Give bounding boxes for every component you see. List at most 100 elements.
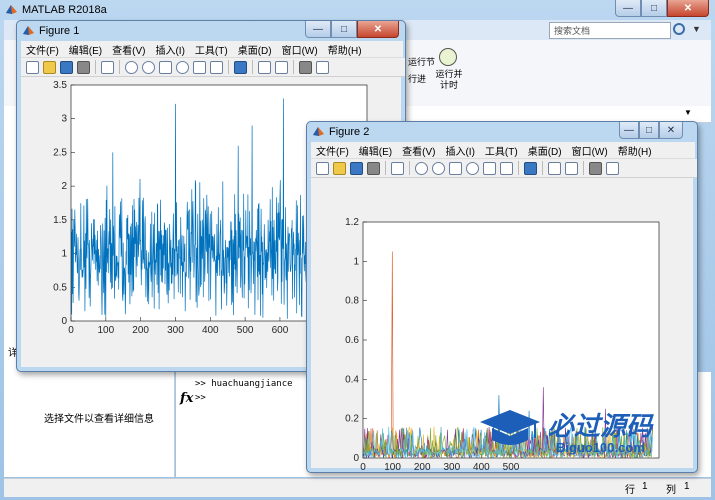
fig1-x-tick-label: 200 bbox=[132, 325, 149, 336]
fig2-x-tick-label: 100 bbox=[384, 462, 401, 470]
rotate-3d-icon[interactable] bbox=[466, 161, 479, 175]
command-prompt[interactable]: >> bbox=[195, 393, 206, 403]
figure2-menu-insert[interactable]: 插入(I) bbox=[440, 143, 479, 158]
ribbon-run-section-label[interactable]: 运行节 bbox=[408, 55, 435, 68]
figure1-close-button[interactable]: ✕ bbox=[357, 21, 399, 38]
ribbon-partial-label[interactable]: 行进 bbox=[408, 72, 426, 85]
new-figure-icon[interactable] bbox=[26, 60, 39, 74]
insert-colorbar-icon[interactable] bbox=[548, 161, 561, 175]
fig2-y-tick-label: 1 bbox=[353, 256, 359, 267]
save-icon[interactable] bbox=[60, 60, 73, 74]
figure1-title: Figure 1 bbox=[39, 25, 80, 37]
main-window-title: MATLAB R2018a bbox=[22, 4, 107, 16]
hide-plot-tools-icon[interactable] bbox=[299, 60, 312, 74]
fig2-x-tick-label: 0 bbox=[360, 462, 366, 470]
insert-legend-icon[interactable] bbox=[275, 60, 288, 74]
insert-colorbar-icon[interactable] bbox=[258, 60, 271, 74]
fig2-y-tick-label: 1.2 bbox=[345, 217, 359, 228]
figure2-menu-edit[interactable]: 编辑(E) bbox=[354, 143, 397, 158]
fig2-y-tick-label: 0 bbox=[353, 453, 359, 464]
toolbar-separator bbox=[583, 161, 584, 175]
figure1-menu-desktop[interactable]: 桌面(D) bbox=[233, 42, 277, 57]
main-close-button[interactable]: ✕ bbox=[667, 0, 709, 17]
main-titlebar: MATLAB R2018a — □ ✕ bbox=[0, 0, 715, 20]
toolbar-separator bbox=[95, 60, 96, 74]
figure2-menu-help[interactable]: 帮助(H) bbox=[613, 143, 657, 158]
figure2-menu-file[interactable]: 文件(F) bbox=[311, 143, 354, 158]
fig1-x-tick-label: 0 bbox=[68, 325, 74, 336]
print-icon[interactable] bbox=[367, 161, 380, 175]
brush-icon[interactable] bbox=[210, 60, 223, 74]
figure1-maximize-button[interactable]: □ bbox=[331, 21, 357, 38]
link-plot-icon[interactable] bbox=[524, 161, 537, 175]
fig2-y-tick-label: 0.8 bbox=[345, 296, 359, 307]
zoom-in-icon[interactable] bbox=[415, 161, 428, 175]
show-plot-tools-icon[interactable] bbox=[606, 161, 619, 175]
save-icon[interactable] bbox=[350, 161, 363, 175]
zoom-out-icon[interactable] bbox=[142, 60, 155, 74]
address-dropdown-icon[interactable]: ▼ bbox=[684, 108, 692, 117]
figure1-menu-help[interactable]: 帮助(H) bbox=[323, 42, 367, 57]
edit-plot-arrow-icon[interactable] bbox=[101, 60, 114, 74]
figure1-menu-edit[interactable]: 编辑(E) bbox=[64, 42, 107, 57]
toolbar-separator bbox=[293, 60, 294, 74]
new-figure-icon[interactable] bbox=[316, 161, 329, 175]
figure2-menu-tools[interactable]: 工具(T) bbox=[480, 143, 523, 158]
figure2-maximize-button[interactable]: □ bbox=[639, 122, 659, 139]
fig1-y-tick-label: 2.5 bbox=[53, 147, 67, 158]
rotate-3d-icon[interactable] bbox=[176, 60, 189, 74]
insert-legend-icon[interactable] bbox=[565, 161, 578, 175]
figure2-menu-view[interactable]: 查看(V) bbox=[397, 143, 440, 158]
fig1-y-tick-label: 3 bbox=[61, 114, 67, 125]
fig1-y-tick-label: 2 bbox=[61, 181, 67, 192]
figure2-titlebar[interactable]: Figure 2 — □ ✕ bbox=[307, 122, 697, 142]
run-and-time-icon[interactable] bbox=[439, 48, 457, 66]
figure1-menu-view[interactable]: 查看(V) bbox=[107, 42, 150, 57]
link-plot-icon[interactable] bbox=[234, 60, 247, 74]
zoom-in-icon[interactable] bbox=[125, 60, 138, 74]
hide-plot-tools-icon[interactable] bbox=[589, 161, 602, 175]
print-icon[interactable] bbox=[77, 60, 90, 74]
watermark-text: 必过源码 bbox=[548, 411, 653, 441]
main-minimize-button[interactable]: — bbox=[615, 0, 641, 17]
open-file-icon[interactable] bbox=[43, 60, 56, 74]
figure2-menu-window[interactable]: 窗口(W) bbox=[567, 143, 613, 158]
figure1-titlebar[interactable]: Figure 1 — □ ✕ bbox=[17, 21, 405, 41]
watermark: 必过源码 Biguo100.com bbox=[478, 402, 688, 460]
main-maximize-button[interactable]: □ bbox=[641, 0, 667, 17]
zoom-out-icon[interactable] bbox=[432, 161, 445, 175]
figure1-menu-file[interactable]: 文件(F) bbox=[21, 42, 64, 57]
pan-hand-icon[interactable] bbox=[159, 60, 172, 74]
toolbar-separator bbox=[252, 60, 253, 74]
fig1-x-tick-label: 300 bbox=[167, 325, 184, 336]
figure2-close-button[interactable]: ✕ bbox=[659, 122, 683, 139]
figure1-minimize-button[interactable]: — bbox=[305, 21, 331, 38]
fig1-x-tick-label: 500 bbox=[237, 325, 254, 336]
figure2-menubar: 文件(F) 编辑(E) 查看(V) 插入(I) 工具(T) 桌面(D) 窗口(W… bbox=[311, 142, 695, 159]
figure1-menu-tools[interactable]: 工具(T) bbox=[190, 42, 233, 57]
edit-plot-arrow-icon[interactable] bbox=[391, 161, 404, 175]
figure2-title: Figure 2 bbox=[329, 126, 370, 138]
show-plot-tools-icon[interactable] bbox=[316, 60, 329, 74]
figure1-menu-insert[interactable]: 插入(I) bbox=[150, 42, 189, 57]
figure2-menu-desktop[interactable]: 桌面(D) bbox=[523, 143, 567, 158]
status-bar bbox=[4, 478, 711, 497]
fig1-y-tick-label: 0 bbox=[61, 316, 67, 327]
figure2-minimize-button[interactable]: — bbox=[619, 122, 639, 139]
search-box[interactable]: 搜索文档 bbox=[549, 22, 671, 39]
data-cursor-icon[interactable] bbox=[193, 60, 206, 74]
fx-icon[interactable]: fx bbox=[180, 391, 193, 406]
brush-icon[interactable] bbox=[500, 161, 513, 175]
matlab-logo-icon bbox=[6, 5, 17, 14]
fig1-y-tick-label: 1.5 bbox=[53, 215, 67, 226]
help-dropdown-icon[interactable]: ▼ bbox=[692, 24, 701, 34]
status-row-label: 行 bbox=[625, 485, 635, 496]
fig2-x-tick-label: 300 bbox=[443, 462, 460, 470]
data-cursor-icon[interactable] bbox=[483, 161, 496, 175]
run-and-time-label[interactable]: 运行并 计时 bbox=[435, 69, 463, 91]
search-icon[interactable] bbox=[673, 23, 685, 35]
figure1-menu-window[interactable]: 窗口(W) bbox=[277, 42, 323, 57]
open-file-icon[interactable] bbox=[333, 161, 346, 175]
fig2-y-tick-label: 0.4 bbox=[345, 374, 359, 385]
pan-hand-icon[interactable] bbox=[449, 161, 462, 175]
